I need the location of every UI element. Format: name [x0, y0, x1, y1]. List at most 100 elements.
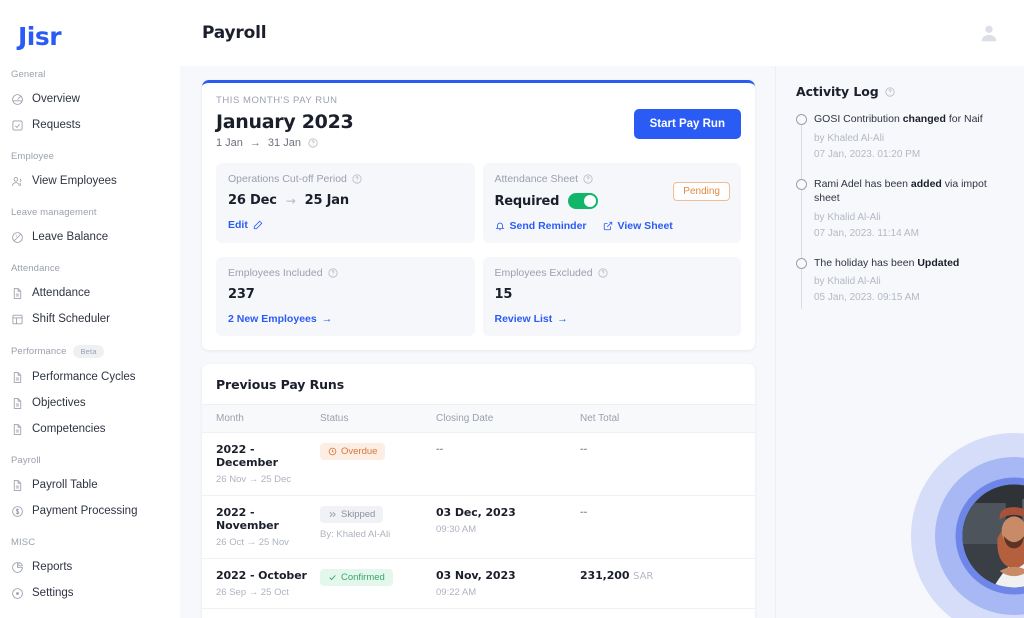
arrow-right-icon: →: [249, 137, 261, 149]
run-net-total-cell: --: [580, 495, 755, 559]
table-row[interactable]: 2022 - September26 Aug → 25 SepConfirmed…: [202, 608, 755, 618]
table-row[interactable]: 2022 - December 26 Nov → 25 Dec Overdue -- -…: [202, 432, 755, 496]
run-net-amount: --: [580, 506, 588, 518]
send-reminder-label: Send Reminder: [509, 220, 587, 232]
activity-text: Rami Adel has been added via impot sheet: [814, 177, 1008, 206]
attendance-label: Attendance Sheet: [494, 173, 578, 185]
edit-cutoff-label: Edit: [228, 219, 248, 231]
edit-cutoff-link[interactable]: Edit: [228, 219, 263, 231]
review-list-link[interactable]: Review List →: [495, 313, 568, 325]
activity-timestamp: 07 Jan, 2023. 11:14 AM: [814, 227, 919, 239]
sidebar-item-label: Requests: [32, 119, 81, 131]
skip-forward-icon: [328, 510, 337, 519]
activity-item: The holiday has been Updated by Khalid Al…: [796, 256, 1008, 303]
sidebar-item-payroll-table[interactable]: Payroll Table: [0, 472, 180, 498]
run-month-range: 26 Nov → 25 Dec: [216, 474, 291, 485]
sidebar-item-objectives[interactable]: Objectives: [0, 390, 180, 416]
included-label: Employees Included: [228, 267, 323, 279]
sidebar-item-label: Objectives: [32, 397, 86, 409]
help-circle-icon[interactable]: [597, 268, 608, 278]
run-closing-date: 03 Dec, 2023: [436, 506, 516, 519]
activity-timestamp: 05 Jan, 2023. 09:15 AM: [814, 292, 920, 303]
run-net-total: 231,200 SAR: [580, 569, 755, 582]
sidebar-group-label: Employee: [0, 151, 180, 162]
app-logo[interactable]: Jisr: [18, 22, 180, 51]
target-circle-icon: [11, 587, 24, 600]
sidebar-item-settings[interactable]: Settings: [0, 580, 180, 606]
sidebar-item-payment-processing[interactable]: Payment Processing: [0, 498, 180, 524]
attendance-required-toggle[interactable]: [568, 193, 599, 209]
page-title: Payroll: [202, 23, 267, 43]
view-sheet-label: View Sheet: [617, 220, 673, 232]
document-icon: [11, 397, 24, 410]
sidebar-group-label: Leave management: [0, 207, 180, 218]
activity-item: GOSI Contribution changed for Naif by Kha…: [796, 112, 1008, 160]
run-status-cell: Confirmed: [320, 608, 436, 618]
status-label: Skipped: [341, 509, 376, 520]
status-badge: Overdue: [320, 443, 386, 460]
sidebar-group-label: Payroll: [0, 455, 180, 466]
beta-badge: Beta: [73, 345, 104, 358]
help-circle-icon[interactable]: [327, 268, 338, 278]
body-area: THIS MONTH'S PAY RUN January 2023 1 Jan …: [180, 66, 1024, 618]
sidebar-item-performance-cycles[interactable]: Performance Cycles: [0, 364, 180, 390]
sidebar-group-title: General: [11, 69, 46, 80]
sidebar-item-shift-scheduler[interactable]: Shift Scheduler: [0, 306, 180, 332]
run-month-cell: 2022 - November 26 Oct → 25 Nov: [202, 495, 320, 559]
run-month-cell: 2022 - December 26 Nov → 25 Dec: [202, 432, 320, 496]
status-badge: Skipped: [320, 506, 384, 523]
sidebar-item-label: View Employees: [32, 175, 117, 187]
activity-text-highlight: Updated: [917, 256, 960, 269]
help-circle-icon[interactable]: [583, 174, 593, 184]
user-avatar-icon[interactable]: [978, 22, 1000, 44]
help-circle-icon[interactable]: [884, 86, 895, 97]
send-reminder-link[interactable]: Send Reminder: [495, 220, 587, 232]
pie-chart-icon: [11, 561, 24, 574]
run-month: 2022 - October: [216, 569, 307, 582]
checkbox-list-icon: [11, 119, 24, 132]
activity-author: by Khaled Al-Ali: [814, 132, 885, 144]
sidebar-item-attendance[interactable]: Attendance: [0, 280, 180, 306]
help-circle-icon[interactable]: [352, 174, 362, 184]
attendance-sheet-tile: Attendance Sheet Pending Required Send R…: [482, 163, 741, 243]
employees-included-tile: Employees Included 237 2 New Employees →: [216, 257, 475, 336]
document-icon: [11, 479, 24, 492]
excluded-links: Review List →: [495, 313, 730, 325]
new-employees-link[interactable]: 2 New Employees →: [228, 313, 332, 325]
sidebar-item-reports[interactable]: Reports: [0, 554, 180, 580]
sidebar-item-view-employees[interactable]: View Employees: [0, 168, 180, 194]
sidebar-item-competencies[interactable]: Competencies: [0, 416, 180, 442]
center-content: THIS MONTH'S PAY RUN January 2023 1 Jan …: [180, 66, 775, 618]
activity-text-pre: The holiday has been: [814, 256, 918, 269]
sidebar-item-leave-balance[interactable]: Leave Balance: [0, 224, 180, 250]
run-month: 2022 - December: [216, 443, 278, 469]
table-row[interactable]: 2022 - November 26 Oct → 25 Nov Skipped By:…: [202, 495, 755, 559]
payrun-tiles-row-1: Operations Cut-off Period 26 Dec → 25 Ja…: [216, 163, 741, 243]
activity-text: The holiday has been Updated: [814, 256, 1008, 271]
status-label: Overdue: [341, 446, 378, 457]
external-link-icon: [603, 221, 613, 231]
view-sheet-link[interactable]: View Sheet: [603, 220, 673, 232]
sidebar-item-requests[interactable]: Requests: [0, 112, 180, 138]
run-closing-time: 09:22 AM: [436, 587, 477, 598]
table-row[interactable]: 2022 - October 26 Sep → 25 Oct Confirmed 03…: [202, 558, 755, 609]
run-closing-date: 03 Nov, 2023: [436, 569, 516, 582]
dollar-circle-icon: [11, 505, 24, 518]
sidebar-group-title: MISC: [11, 537, 36, 548]
sidebar-item-overview[interactable]: Overview: [0, 86, 180, 112]
excluded-count: 15: [494, 287, 513, 302]
sidebar-group-title: Employee: [11, 151, 55, 162]
cutoff-label: Operations Cut-off Period: [228, 173, 347, 185]
run-month-cell: 2022 - October 26 Sep → 25 Oct: [202, 558, 320, 609]
sidebar-group-label: Performance Beta: [0, 345, 180, 358]
activity-text-pre: Rami Adel has been: [814, 177, 911, 190]
run-net-total-cell: 231,200 SAR: [580, 558, 755, 609]
run-closing-date: --: [436, 443, 444, 455]
included-label-row: Employees Included: [228, 267, 463, 279]
previous-pay-runs-card: Previous Pay Runs Month Status Closing Dat…: [202, 364, 755, 618]
start-pay-run-button[interactable]: Start Pay Run: [633, 109, 741, 139]
run-closing-date-cell: 03 Dec, 2023 09:30 AM: [436, 495, 580, 559]
main-column: Payroll THIS MONTH'S PAY RUN January 202…: [180, 0, 1024, 618]
help-circle-icon[interactable]: [308, 138, 318, 148]
employees-excluded-tile: Employees Excluded 15 Review List →: [482, 257, 741, 336]
